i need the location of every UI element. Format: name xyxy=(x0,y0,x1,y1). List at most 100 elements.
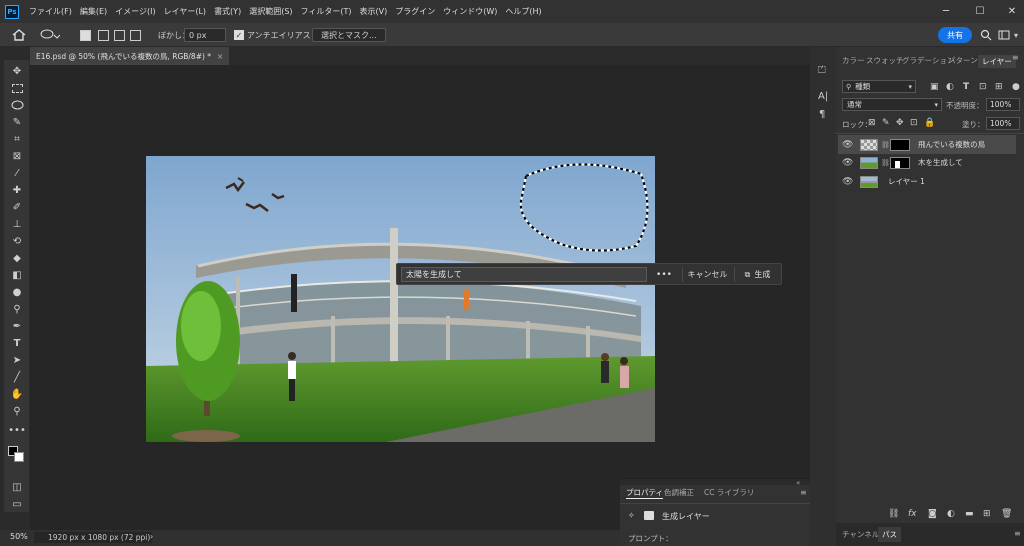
screen-mode-icon[interactable]: ▭ xyxy=(10,497,24,511)
adjustment-layer-icon[interactable]: ◐ xyxy=(947,509,955,519)
tab-color[interactable]: カラー xyxy=(842,55,865,66)
tab-paths[interactable]: パス xyxy=(878,527,901,542)
healing-brush-icon[interactable]: ✚ xyxy=(10,183,24,197)
workspace-icon[interactable] xyxy=(998,27,1010,43)
gradient-tool-icon[interactable]: ◧ xyxy=(10,268,24,282)
lasso-tool-preset-icon[interactable] xyxy=(40,27,60,43)
lock-transparent-icon[interactable]: ⊠ xyxy=(868,118,876,128)
chevron-down-icon[interactable]: ▾ xyxy=(1014,27,1018,43)
menu-help[interactable]: ヘルプ(H) xyxy=(501,6,545,17)
zoom-tool-icon[interactable]: ⚲ xyxy=(10,404,24,418)
layer-mask-thumbnail[interactable] xyxy=(890,156,910,169)
filter-shape-icon[interactable]: ⊡ xyxy=(979,82,987,92)
brush-tool-icon[interactable]: ✐ xyxy=(10,200,24,214)
add-mask-icon[interactable]: ◙ xyxy=(928,509,937,519)
share-button[interactable]: 共有 xyxy=(938,27,972,43)
blend-mode-select[interactable]: 通常 ▾ xyxy=(842,98,942,111)
fill-input[interactable]: 100% xyxy=(986,117,1020,130)
lock-position-icon[interactable]: ✥ xyxy=(896,118,904,128)
feather-input[interactable]: 0 px xyxy=(184,28,226,42)
eyedropper-icon[interactable]: ⁄ xyxy=(10,166,24,180)
visibility-eye-icon[interactable]: 👁 xyxy=(842,177,853,187)
new-selection-icon[interactable] xyxy=(80,27,91,43)
layer-row[interactable]: 👁 レイヤー 1 xyxy=(838,172,1016,191)
background-color-swatch[interactable] xyxy=(14,452,24,462)
add-selection-icon[interactable] xyxy=(98,27,109,43)
menu-select[interactable]: 選択範囲(S) xyxy=(245,6,296,17)
magic-wand-icon[interactable]: ✎ xyxy=(10,115,24,129)
panel-menu-icon[interactable]: ≡ xyxy=(800,488,807,497)
layer-style-icon[interactable]: fx xyxy=(908,509,917,519)
layer-name[interactable]: レイヤー 1 xyxy=(888,176,925,187)
menu-view[interactable]: 表示(V) xyxy=(356,6,392,17)
document-tab[interactable]: E16.psd @ 50% (飛んでいる複数の鳥, RGB/8#) * × xyxy=(30,47,230,65)
new-group-icon[interactable]: ▬ xyxy=(965,509,974,519)
panel-collapse-icon[interactable]: « xyxy=(796,479,800,487)
panel-menu-icon[interactable]: ≡ xyxy=(1012,53,1019,62)
panel-menu-icon[interactable]: ≡ xyxy=(1014,529,1021,538)
layer-name[interactable]: 木を生成して xyxy=(918,157,963,168)
layer-name[interactable]: 飛んでいる複数の鳥 xyxy=(918,139,985,150)
more-options-button[interactable]: ••• xyxy=(655,267,673,282)
menu-type[interactable]: 書式(Y) xyxy=(210,6,245,17)
filter-smart-object-icon[interactable]: ⊞ xyxy=(995,82,1003,92)
tab-cc-libraries[interactable]: CC ライブラリ xyxy=(704,487,754,498)
intersect-selection-icon[interactable] xyxy=(130,27,141,43)
dodge-tool-icon[interactable]: ⚲ xyxy=(10,302,24,316)
link-layers-icon[interactable]: ⛓ xyxy=(888,509,899,519)
tab-patterns[interactable]: パターン xyxy=(948,55,978,66)
history-panel-icon[interactable]: ⏍ xyxy=(818,65,826,76)
history-brush-icon[interactable]: ⟲ xyxy=(10,234,24,248)
tab-properties[interactable]: プロパティ xyxy=(626,487,664,499)
prompt-input[interactable]: 太陽を生成して xyxy=(401,267,647,282)
character-panel-icon[interactable]: A| xyxy=(818,91,828,102)
paragraph-panel-icon[interactable]: ¶ xyxy=(819,109,825,120)
path-select-icon[interactable]: ➤ xyxy=(10,353,24,367)
layer-mask-thumbnail[interactable] xyxy=(890,138,910,151)
layer-row[interactable]: 👁 ⛓ 木を生成して xyxy=(838,153,1016,172)
lasso-tool-icon[interactable] xyxy=(10,98,24,112)
blur-tool-icon[interactable]: ● xyxy=(10,285,24,299)
eraser-tool-icon[interactable]: ◆ xyxy=(10,251,24,265)
filter-adjustment-icon[interactable]: ◐ xyxy=(946,82,954,92)
search-icon[interactable] xyxy=(980,27,992,43)
new-layer-icon[interactable]: ⊞ xyxy=(983,509,991,519)
generate-button[interactable]: ⧉ 生成 xyxy=(734,267,780,282)
visibility-eye-icon[interactable]: 👁 xyxy=(842,140,853,150)
home-icon[interactable] xyxy=(12,27,26,43)
menu-plugins[interactable]: プラグイン xyxy=(391,6,439,17)
lock-all-icon[interactable]: 🔒 xyxy=(924,118,935,128)
layer-kind-filter[interactable]: ⚲ 種類 ▾ xyxy=(842,80,916,93)
tab-gradients[interactable]: グラデーション xyxy=(902,55,954,66)
document-image[interactable] xyxy=(146,156,655,442)
antialias-checkbox[interactable]: ✓ アンチエイリアス xyxy=(234,27,311,43)
menu-file[interactable]: ファイル(F) xyxy=(25,6,76,17)
minimize-button[interactable]: ─ xyxy=(928,0,964,23)
subtract-selection-icon[interactable] xyxy=(114,27,125,43)
line-tool-icon[interactable]: ╱ xyxy=(10,370,24,384)
more-tools-icon[interactable]: ••• xyxy=(8,423,26,437)
lock-artboard-icon[interactable]: ⊡ xyxy=(910,118,918,128)
tab-layers[interactable]: レイヤー xyxy=(978,55,1016,68)
maximize-button[interactable]: ☐ xyxy=(962,0,998,23)
close-window-button[interactable]: ✕ xyxy=(994,0,1024,23)
clone-stamp-icon[interactable]: ⊥ xyxy=(10,217,24,231)
menu-image[interactable]: イメージ(I) xyxy=(111,6,159,17)
menu-filter[interactable]: フィルター(T) xyxy=(297,6,356,17)
quick-mask-icon[interactable]: ◫ xyxy=(10,480,24,494)
status-arrow-icon[interactable]: › xyxy=(150,532,153,541)
menu-window[interactable]: ウィンドウ(W) xyxy=(439,6,501,17)
type-tool-icon[interactable]: T xyxy=(10,336,24,350)
tab-channels[interactable]: チャンネル xyxy=(842,529,879,540)
visibility-eye-icon[interactable]: 👁 xyxy=(842,158,853,168)
move-tool-icon[interactable]: ✥ xyxy=(10,64,24,78)
tab-swatches[interactable]: スウォッチ xyxy=(866,55,904,66)
zoom-level[interactable]: 50% xyxy=(10,532,28,541)
delete-layer-icon[interactable]: 🗑 xyxy=(1001,509,1012,519)
hand-tool-icon[interactable]: ✋ xyxy=(10,387,24,401)
opacity-input[interactable]: 100% xyxy=(986,98,1020,111)
tab-close-icon[interactable]: × xyxy=(217,52,223,61)
menu-layer[interactable]: レイヤー(L) xyxy=(160,6,210,17)
cancel-button[interactable]: キャンセル xyxy=(682,267,732,282)
menu-edit[interactable]: 編集(E) xyxy=(76,6,111,17)
